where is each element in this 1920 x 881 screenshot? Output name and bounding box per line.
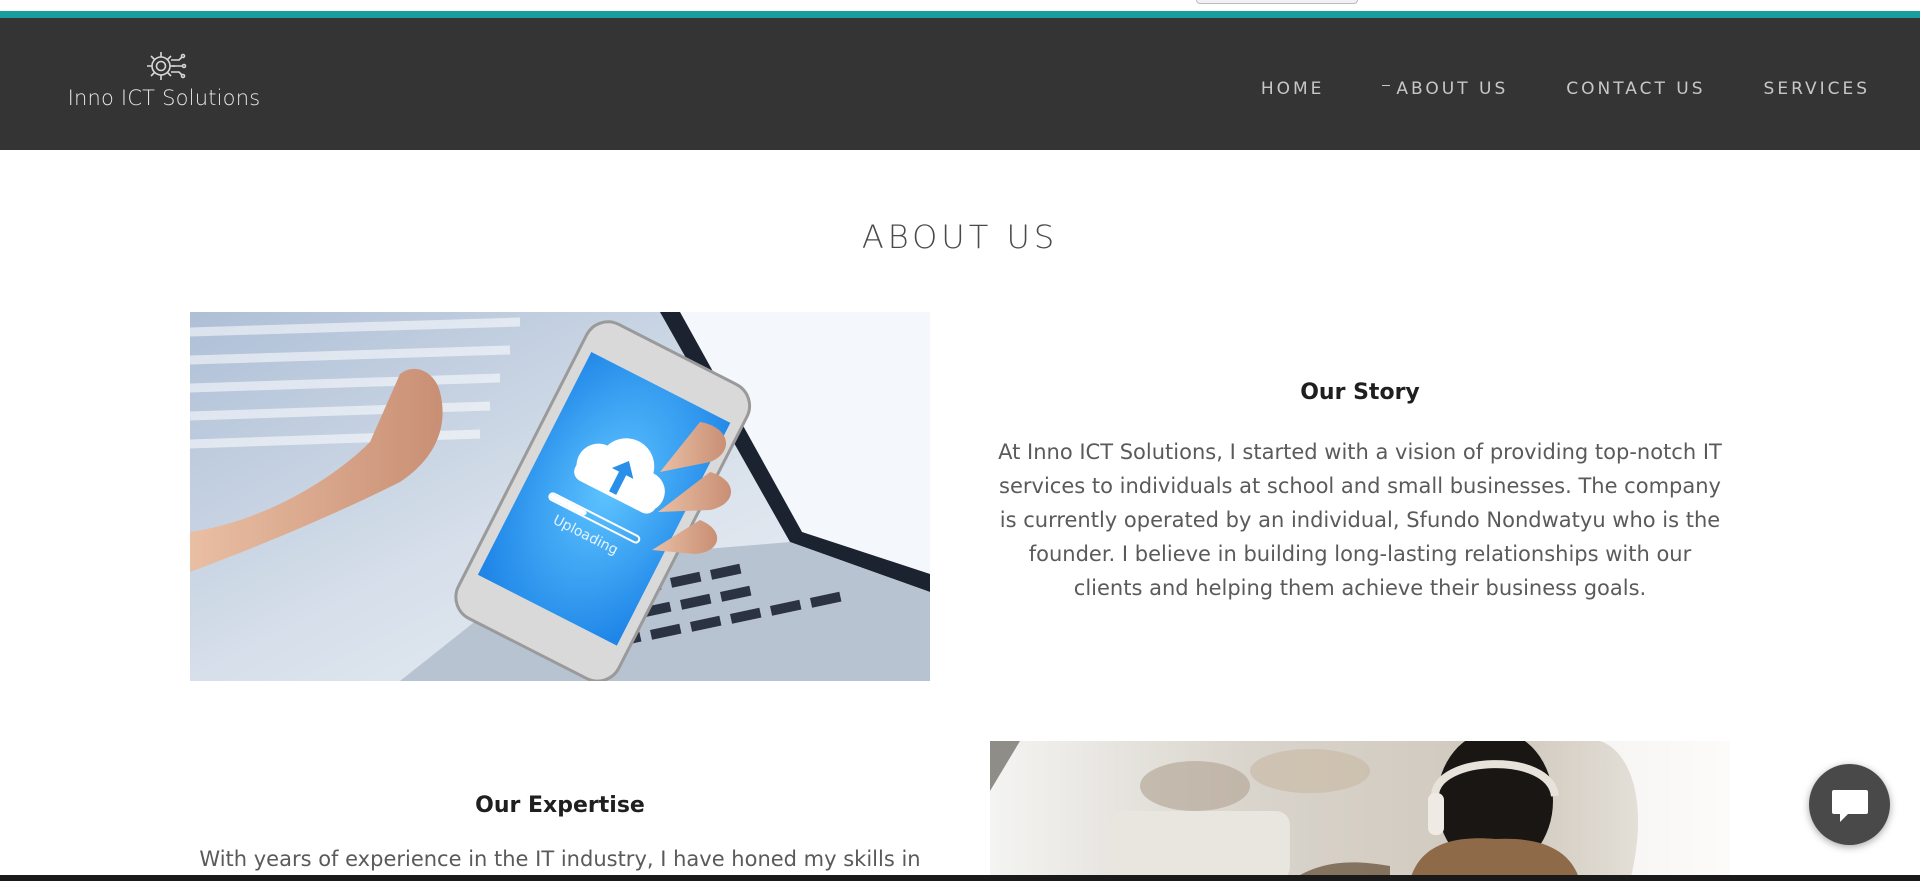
top-accent <box>0 0 1920 18</box>
nav-contact-us[interactable]: CONTACT US <box>1566 79 1705 99</box>
site-header: Inno ICT Solutions HOME ABOUT US CONTACT… <box>0 18 1920 150</box>
nav-services[interactable]: SERVICES <box>1764 79 1870 99</box>
logo-text: Inno ICT Solutions <box>67 86 261 110</box>
our-story-text: At Inno ICT Solutions, I started with a … <box>998 440 1722 600</box>
main-nav: HOME ABOUT US CONTACT US SERVICES <box>1261 74 1870 104</box>
page-title: ABOUT US <box>861 218 1059 256</box>
our-expertise-text: With years of experience in the IT indus… <box>199 847 921 871</box>
logo-gear-icon <box>147 52 187 80</box>
nav-about-us[interactable]: ABOUT US <box>1382 79 1508 99</box>
bottom-edge <box>0 875 1920 881</box>
our-story-section: Our Story At Inno ICT Solutions, I start… <box>990 380 1730 605</box>
nav-about-us-label: ABOUT US <box>1396 79 1509 99</box>
chat-button[interactable] <box>1809 764 1890 845</box>
person-headphones-image <box>990 741 1730 881</box>
our-expertise-heading: Our Expertise <box>475 793 645 818</box>
our-story-heading: Our Story <box>1300 380 1420 405</box>
nav-home[interactable]: HOME <box>1261 79 1325 99</box>
phone-upload-image: Uploading <box>190 312 930 681</box>
chat-bubble-icon <box>1831 789 1868 822</box>
logo[interactable]: Inno ICT Solutions <box>64 48 264 128</box>
our-expertise-section: Our Expertise With years of experience i… <box>190 793 930 876</box>
accent-bar <box>0 11 1920 18</box>
active-dash-icon <box>1382 84 1391 86</box>
top-tab[interactable] <box>1196 0 1358 4</box>
